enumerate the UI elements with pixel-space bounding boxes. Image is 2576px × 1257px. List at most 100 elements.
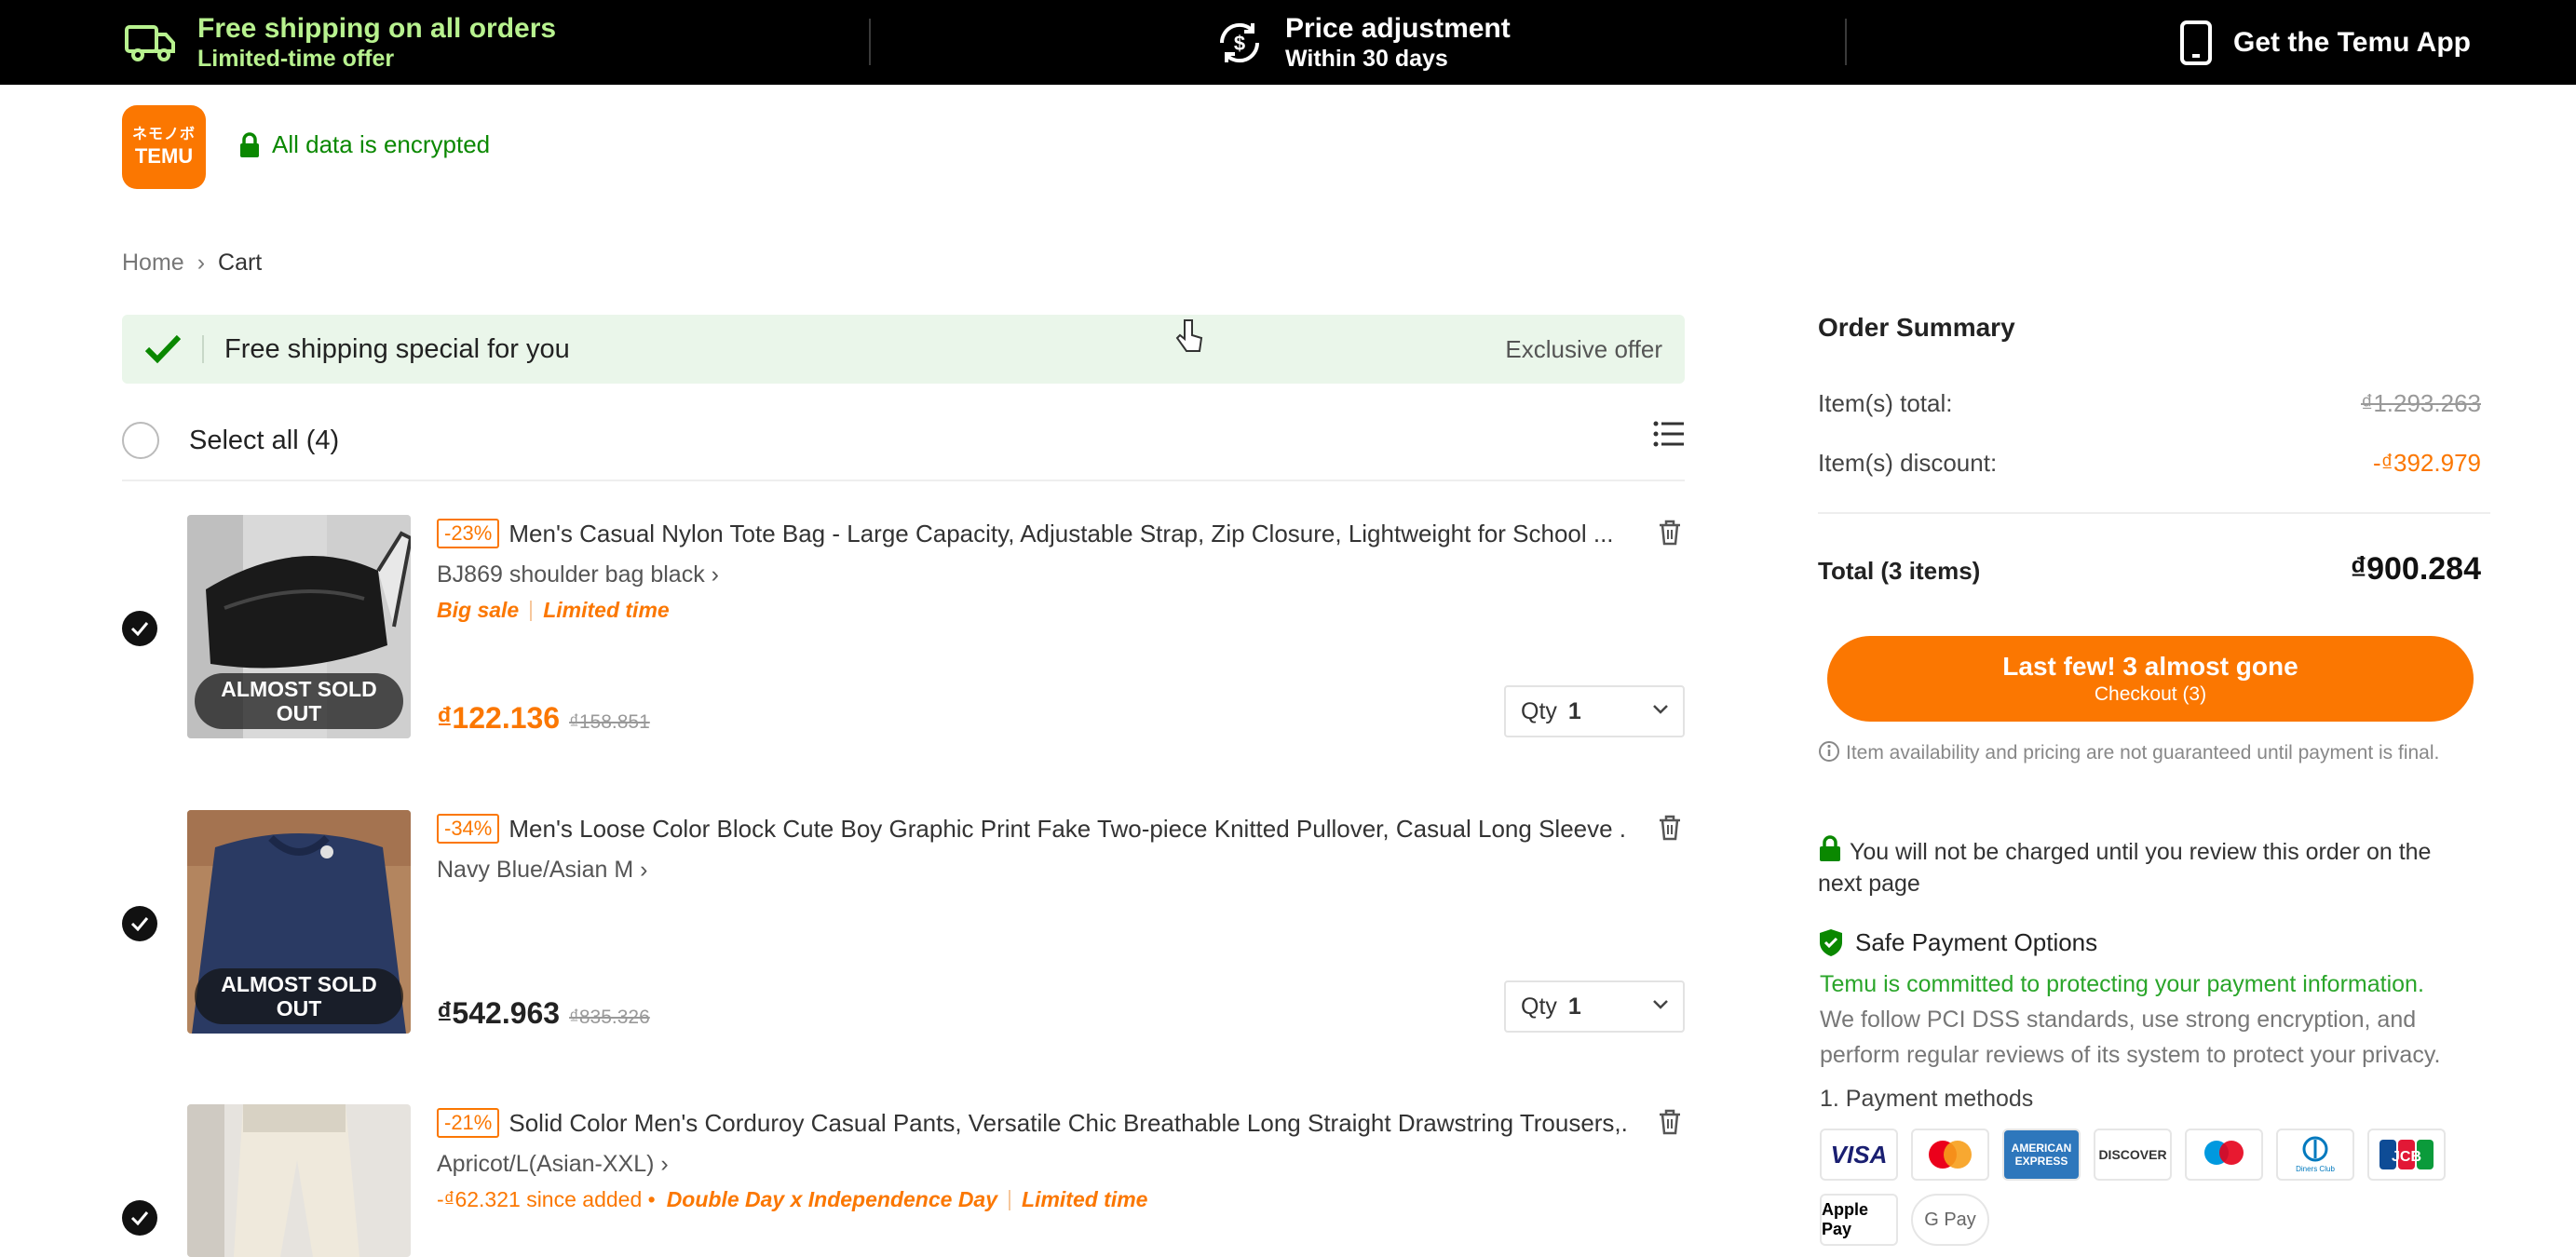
items-discount-row: Item(s) discount: -₫392.979 — [1818, 449, 2481, 478]
payment-card-logos: VISA AMERICAN EXPRESS DISCOVER Diners Cl… — [1820, 1129, 2446, 1181]
delete-icon[interactable] — [1657, 814, 1683, 842]
items-discount-label: Item(s) discount: — [1818, 449, 1998, 477]
qty-value: 1 — [1567, 697, 1581, 724]
checkout-button[interactable]: Last few! 3 almost gone Checkout (3) — [1827, 636, 2474, 722]
qty-label: Qty — [1521, 697, 1557, 724]
variant-selector[interactable]: Navy Blue/Asian M › — [437, 857, 1685, 884]
tag-divider — [530, 600, 533, 621]
discount-badge: -23% — [437, 519, 500, 548]
encryption-text: All data is encrypted — [272, 130, 491, 158]
chevron-down-icon — [1653, 705, 1668, 714]
breadcrumb-current: Cart — [218, 250, 263, 276]
delete-icon[interactable] — [1657, 1108, 1683, 1136]
item-original-price: ₫835.326 — [569, 1007, 650, 1028]
wallet-logos: Apple Pay G Pay — [1820, 1194, 1989, 1246]
get-app-link[interactable]: Get the Temu App — [2179, 0, 2471, 85]
variant-selector[interactable]: Apricot/L(Asian-XXL) › — [437, 1151, 1685, 1178]
item-info: -34% Men's Loose Color Block Cute Boy Gr… — [437, 810, 1685, 1033]
order-summary-title: Order Summary — [1818, 313, 2015, 342]
banner-divider — [202, 335, 204, 363]
variant-selector[interactable]: BJ869 shoulder bag black › — [437, 561, 1685, 588]
apple-pay-icon: Apple Pay — [1820, 1194, 1898, 1246]
free-shipping-banner-text: Free shipping special for you — [224, 333, 570, 364]
price-adjustment-title: Price adjustment — [1285, 12, 1511, 44]
breadcrumb-separator: › — [197, 250, 206, 276]
product-image[interactable] — [187, 1104, 411, 1257]
select-all-row: Select all (4) — [122, 412, 1685, 468]
availability-note-text: Item availability and pricing are not gu… — [1846, 742, 2440, 764]
item-original-price: ₫158.851 — [569, 711, 650, 733]
not-charged-text: You will not be charged until you review… — [1818, 839, 2432, 897]
encryption-notice: All data is encrypted — [238, 130, 490, 159]
check-icon — [130, 1211, 149, 1225]
safe-payment-heading[interactable]: Safe Payment Options — [1818, 927, 2097, 957]
price-adjustment-promo[interactable]: $ Price adjustment Within 30 days — [1214, 0, 1511, 85]
check-icon — [130, 622, 149, 636]
items-total-value: ₫1.293.263 — [2360, 389, 2481, 417]
quantity-selector[interactable]: Qty 1 — [1504, 685, 1685, 737]
maestro-icon — [2185, 1129, 2263, 1181]
almost-sold-out-badge: ALMOST SOLD OUT — [195, 968, 403, 1024]
payment-methods-label: 1. Payment methods — [1820, 1086, 2034, 1112]
delete-icon[interactable] — [1657, 519, 1683, 547]
summary-divider — [1818, 512, 2490, 514]
items-total-label: Item(s) total: — [1818, 389, 1953, 417]
cart-item: -21% Solid Color Men's Corduroy Casual P… — [122, 1104, 1685, 1257]
discount-badge: -34% — [437, 814, 500, 844]
shield-check-icon — [1820, 929, 1842, 956]
price-adjust-icon: $ — [1219, 22, 1260, 62]
payment-commitment-text: Temu is committed to protecting your pay… — [1820, 971, 2424, 997]
product-image[interactable]: ALMOST SOLD OUT — [187, 810, 411, 1034]
items-total-row: Item(s) total: ₫1.293.263 — [1818, 389, 2481, 418]
free-shipping-banner: Free shipping special for you Exclusive … — [122, 315, 1685, 384]
item-checkbox[interactable] — [122, 906, 157, 941]
select-all-label[interactable]: Select all (4) — [189, 426, 339, 456]
svg-text:Diners Club: Diners Club — [2296, 1165, 2335, 1173]
product-image[interactable]: ALMOST SOLD OUT — [187, 515, 411, 738]
free-shipping-promo[interactable]: Free shipping on all orders Limited-time… — [125, 0, 556, 85]
list-view-icon[interactable] — [1653, 420, 1685, 448]
product-title[interactable]: Solid Color Men's Corduroy Casual Pants,… — [508, 1109, 1626, 1138]
free-shipping-subtitle: Limited-time offer — [197, 45, 395, 72]
product-title[interactable]: Men's Casual Nylon Tote Bag - Large Capa… — [508, 520, 1626, 548]
jcb-icon: JCB — [2367, 1129, 2446, 1181]
select-all-checkbox[interactable] — [122, 422, 159, 459]
topbar-divider — [869, 19, 871, 65]
cart-item: ALMOST SOLD OUT -34% Men's Loose Color B… — [122, 810, 1685, 1038]
svg-text:JCB: JCB — [2392, 1149, 2421, 1165]
qty-value: 1 — [1567, 993, 1581, 1020]
get-app-label: Get the Temu App — [2233, 26, 2471, 58]
order-summary: Order Summary Item(s) total: ₫1.293.263 … — [1818, 313, 2490, 1246]
cart-item: ALMOST SOLD OUT -23% Men's Casual Nylon … — [122, 515, 1685, 743]
total-row: Total (3 items) ₫900.284 — [1818, 551, 2481, 588]
product-title[interactable]: Men's Loose Color Block Cute Boy Graphic… — [508, 815, 1626, 844]
breadcrumb-home[interactable]: Home — [122, 250, 184, 277]
not-charged-notice: You will not be charged until you review… — [1818, 834, 2481, 899]
big-sale-tag: Big sale — [437, 598, 520, 622]
logo-text: TEMU — [134, 144, 194, 168]
check-icon — [130, 917, 149, 931]
mastercard-icon — [1911, 1129, 1989, 1181]
item-price: ₫122.136 — [437, 701, 561, 735]
price-drop-since-added: -₫62.321 since added • — [437, 1187, 656, 1211]
phone-icon — [2180, 20, 2212, 65]
quantity-selector[interactable]: Qty 1 — [1504, 980, 1685, 1033]
item-checkbox[interactable] — [122, 611, 157, 646]
truck-icon — [125, 24, 175, 61]
pants-image — [187, 1104, 411, 1257]
tag-divider — [1009, 1189, 1011, 1210]
lock-icon — [1820, 835, 1840, 861]
qty-label: Qty — [1521, 993, 1557, 1020]
almost-sold-out-badge: ALMOST SOLD OUT — [195, 673, 403, 729]
visa-icon: VISA — [1820, 1129, 1898, 1181]
item-price: ₫542.963 — [437, 996, 561, 1030]
total-value: ₫900.284 — [2350, 551, 2481, 587]
lock-icon — [240, 131, 259, 157]
temu-logo[interactable]: ネモノボ TEMU — [122, 105, 206, 189]
exclusive-offer-label: Exclusive offer — [1505, 334, 1662, 363]
item-checkbox[interactable] — [122, 1200, 157, 1236]
top-promo-bar: Free shipping on all orders Limited-time… — [0, 0, 2576, 85]
svg-text:$: $ — [1234, 32, 1245, 55]
price-adjustment-subtitle: Within 30 days — [1285, 45, 1448, 72]
free-shipping-title: Free shipping on all orders — [197, 12, 557, 44]
